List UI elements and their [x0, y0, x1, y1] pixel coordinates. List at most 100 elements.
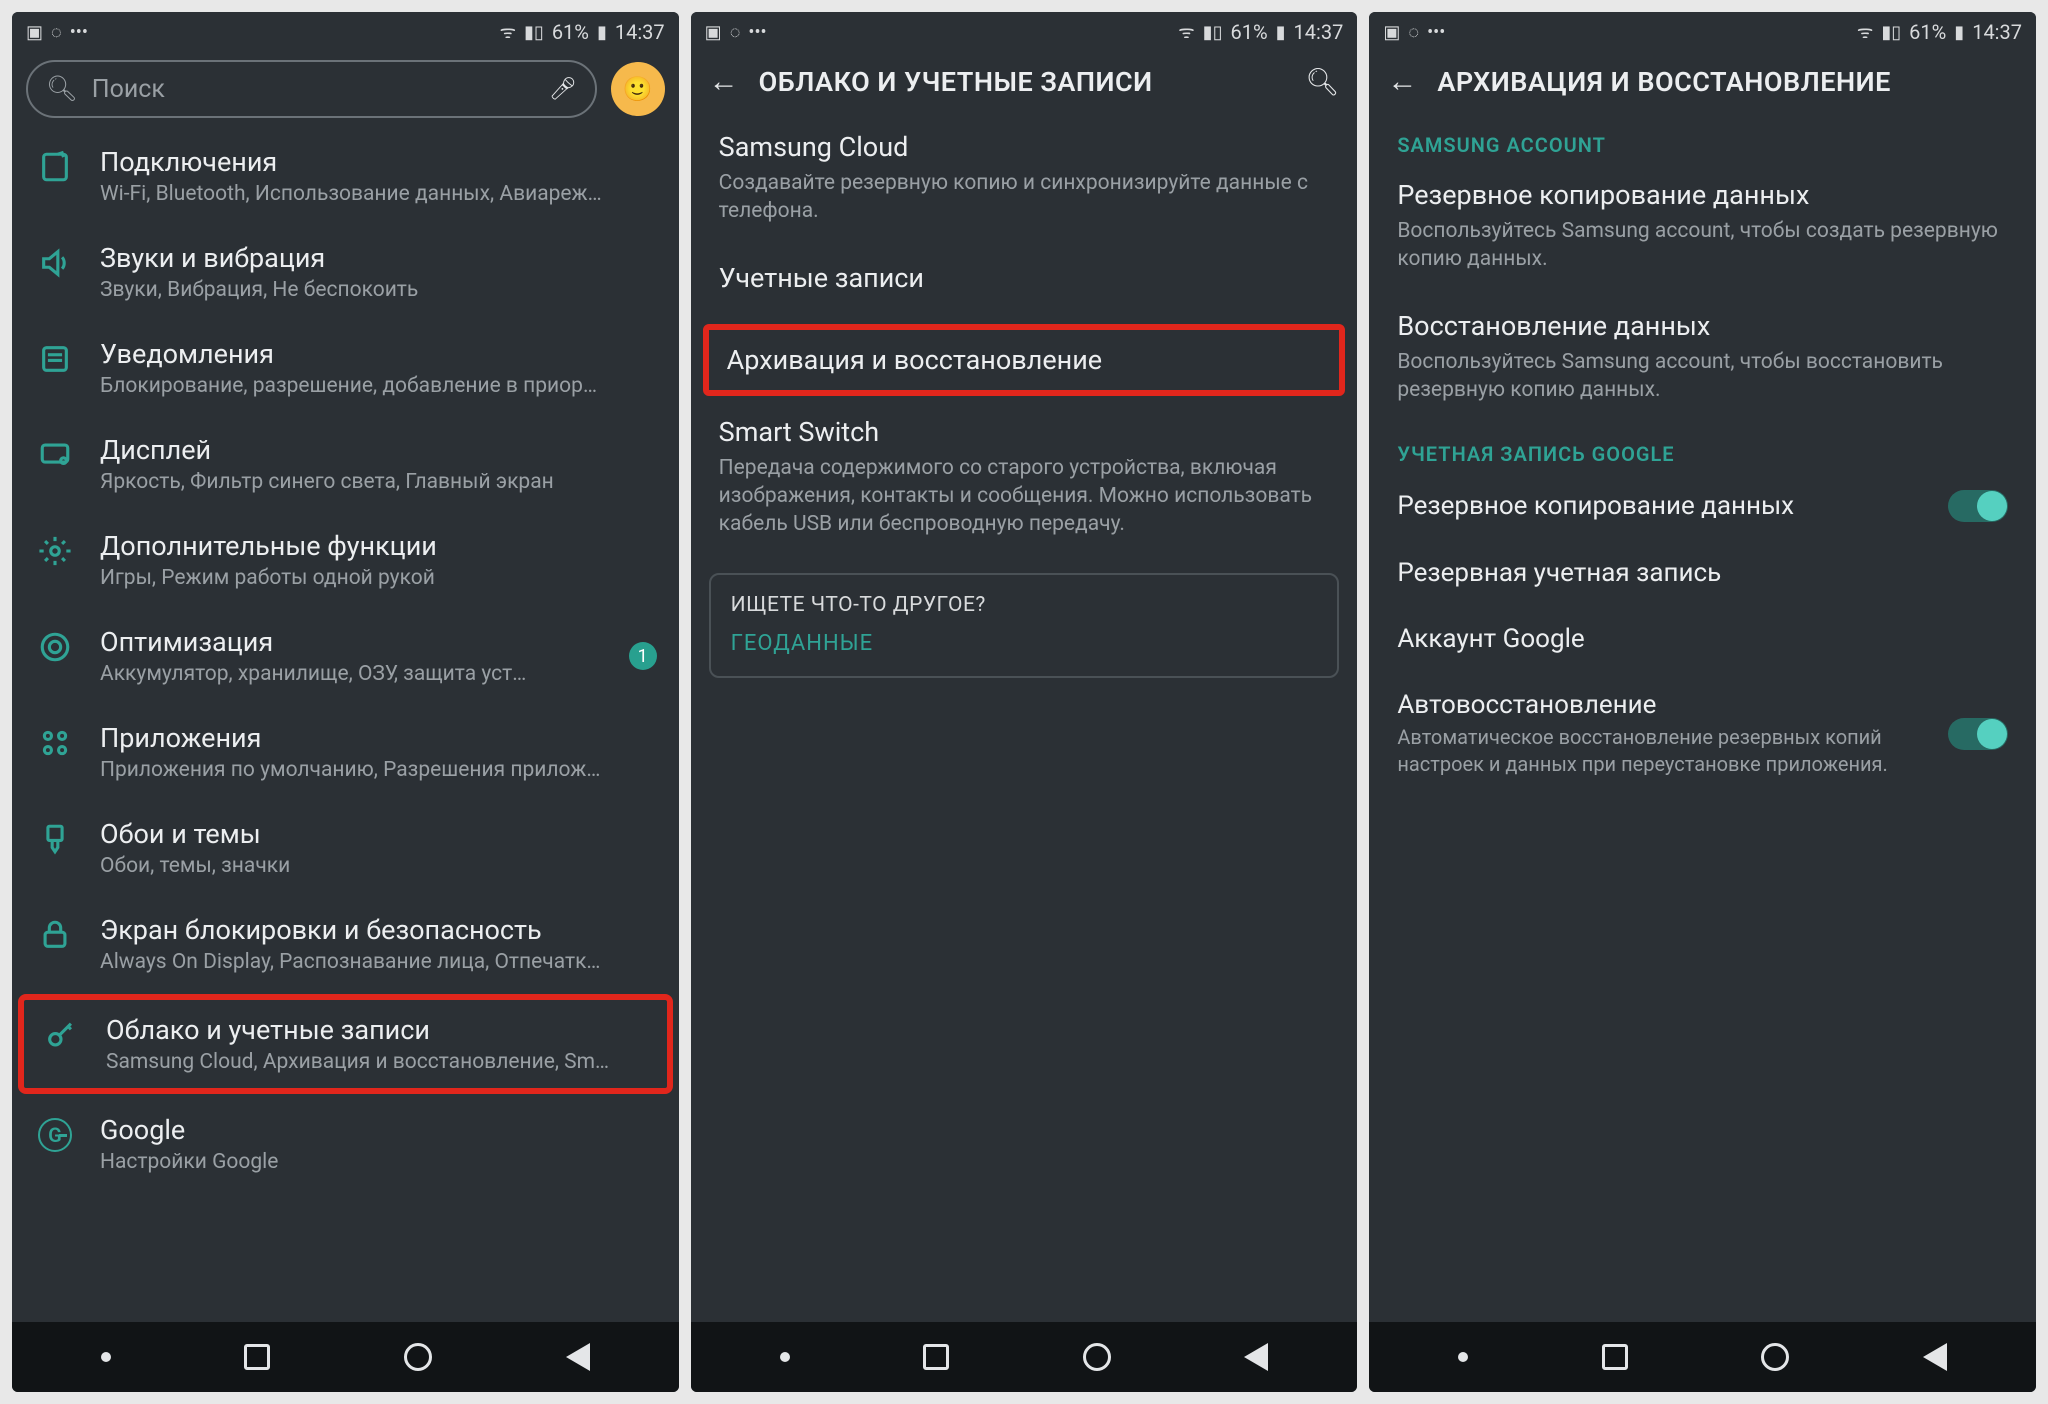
google-icon: G: [38, 1118, 72, 1152]
recent-apps-button[interactable]: [923, 1344, 949, 1370]
status-icon: ◌: [1408, 22, 1419, 43]
wifi-icon: ᯤ: [500, 20, 516, 44]
status-icon: ◌: [730, 22, 741, 43]
signal-icon: ▮▯: [1881, 22, 1901, 43]
gallery-icon: ▣: [26, 22, 43, 43]
more-icon: •••: [70, 22, 88, 43]
badge-count: 1: [629, 642, 657, 670]
battery-icon: ▮: [1954, 22, 1964, 43]
lock-icon: [38, 918, 72, 952]
page-title: АРХИВАЦИЯ И ВОССТАНОВЛЕНИЕ: [1437, 66, 1890, 98]
recent-apps-button[interactable]: [244, 1344, 270, 1370]
gallery-icon: ▣: [1383, 22, 1400, 43]
entry-backup-account[interactable]: Резервная учетная запись: [1369, 540, 2036, 606]
back-button[interactable]: [1244, 1343, 1268, 1371]
settings-list: ПодключенияWi-Fi, Bluetooth, Использован…: [12, 128, 679, 1322]
gallery-icon: ▣: [705, 22, 722, 43]
page-title: ОБЛАКО И УЧЕТНЫЕ ЗАПИСИ: [759, 66, 1153, 98]
screen-cloud-accounts: ▣◌••• ᯤ▮▯61%▮14:37 ← ОБЛАКО И УЧЕТНЫЕ ЗА…: [691, 12, 1358, 1392]
setting-cloud-accounts[interactable]: Облако и учетные записиSamsung Cloud, Ар…: [18, 994, 673, 1094]
optimize-icon: [38, 630, 72, 664]
entry-accounts[interactable]: Учетные записи: [691, 246, 1358, 320]
card-link-geodata[interactable]: ГЕОДАННЫЕ: [731, 631, 1318, 656]
gear-icon: [38, 534, 72, 568]
back-icon[interactable]: ←: [1387, 64, 1417, 99]
search-icon: 🔍︎: [46, 75, 78, 104]
battery-pct: 61%: [1909, 20, 1946, 44]
navbar: [1369, 1322, 2036, 1392]
section-samsung: SAMSUNG ACCOUNT: [1369, 115, 2036, 163]
status-bar: ▣◌••• ᯤ▮▯61%▮14:37: [691, 12, 1358, 52]
navbar: [691, 1322, 1358, 1392]
status-icon: ◌: [51, 22, 62, 43]
home-button[interactable]: [1083, 1343, 1111, 1371]
battery-pct: 61%: [552, 20, 589, 44]
entry-samsung-cloud[interactable]: Samsung Cloud Создавайте резервную копию…: [691, 115, 1358, 246]
back-button[interactable]: [1923, 1343, 1947, 1371]
back-button[interactable]: [566, 1343, 590, 1371]
entry-smart-switch[interactable]: Smart Switch Передача содержимого со ста…: [691, 400, 1358, 559]
wifi-icon: ᯤ: [1178, 20, 1194, 44]
cloud-list: Samsung Cloud Создавайте резервную копию…: [691, 115, 1358, 1322]
clock: 14:37: [1972, 20, 2022, 44]
signal-icon: ▮▯: [524, 22, 544, 43]
apps-icon: [38, 726, 72, 760]
wifi-icon: ᯤ: [1857, 20, 1873, 44]
search-placeholder: Поиск: [92, 75, 165, 104]
search-icon[interactable]: 🔍︎: [1305, 66, 1339, 98]
notify-icon: [38, 342, 72, 376]
entry-backup-restore[interactable]: Архивация и восстановление: [703, 324, 1346, 396]
clock: 14:37: [615, 20, 665, 44]
back-icon[interactable]: ←: [709, 64, 739, 99]
home-button[interactable]: [1761, 1343, 1789, 1371]
backup-list: SAMSUNG ACCOUNT Резервное копирование да…: [1369, 115, 2036, 1322]
entry-google-backup[interactable]: Резервное копирование данных: [1369, 472, 2036, 540]
mic-icon[interactable]: 🎤︎: [549, 77, 577, 102]
setting-notifications[interactable]: УведомленияБлокирование, разрешение, доб…: [12, 320, 679, 416]
more-icon: •••: [1427, 22, 1445, 43]
setting-apps[interactable]: ПриложенияПриложения по умолчанию, Разре…: [12, 704, 679, 800]
toggle-auto-restore[interactable]: [1948, 718, 2008, 750]
assistant-dot-icon[interactable]: [101, 1352, 111, 1362]
search-input[interactable]: 🔍︎ Поиск 🎤︎: [26, 60, 597, 118]
search-row: 🔍︎ Поиск 🎤︎ 🙂: [12, 52, 679, 128]
clock: 14:37: [1294, 20, 1344, 44]
suggestion-card: ИЩЕТЕ ЧТО-ТО ДРУГОЕ? ГЕОДАННЫЕ: [709, 573, 1340, 678]
more-icon: •••: [748, 22, 766, 43]
home-button[interactable]: [404, 1343, 432, 1371]
status-bar: ▣ ◌ ••• ᯤ ▮▯ 61% ▮ 14:37: [12, 12, 679, 52]
screen-backup-restore: ▣ ◌ ••• ᯤ ▮▯ 61% ▮ 14:37 ← АРХИВАЦИЯ И ВОССТАН…: [1369, 12, 2036, 1392]
display-icon: [38, 438, 72, 472]
setting-display[interactable]: ДисплейЯркость, Фильтр синего света, Гла…: [12, 416, 679, 512]
setting-connections[interactable]: ПодключенияWi-Fi, Bluetooth, Использован…: [12, 128, 679, 224]
entry-samsung-backup[interactable]: Резервное копирование данных Воспользуйт…: [1369, 163, 2036, 294]
setting-advanced[interactable]: Дополнительные функцииИгры, Режим работы…: [12, 512, 679, 608]
setting-sounds[interactable]: Звуки и вибрацияЗвуки, Вибрация, Не бесп…: [12, 224, 679, 320]
avatar[interactable]: 🙂: [611, 62, 665, 116]
setting-optimize[interactable]: ОптимизацияАккумулятор, хранилище, ОЗУ, …: [12, 608, 679, 704]
navbar: [12, 1322, 679, 1392]
entry-auto-restore[interactable]: Автовосстановление Автоматическое восста…: [1369, 672, 2036, 796]
screen-settings-main: ▣ ◌ ••• ᯤ ▮▯ 61% ▮ 14:37 🔍︎ Поиск 🎤︎ 🙂 П…: [12, 12, 679, 1392]
assistant-dot-icon[interactable]: [1458, 1352, 1468, 1362]
setting-lockscreen[interactable]: Экран блокировки и безопасностьAlways On…: [12, 896, 679, 992]
setting-google[interactable]: G GoogleНастройки Google: [12, 1096, 679, 1192]
toggle-google-backup[interactable]: [1948, 490, 2008, 522]
battery-icon: ▮: [597, 22, 607, 43]
battery-icon: ▮: [1276, 22, 1286, 43]
sound-icon: [38, 246, 72, 280]
entry-google-account[interactable]: Аккаунт Google: [1369, 606, 2036, 672]
battery-pct: 61%: [1230, 20, 1267, 44]
brush-icon: [38, 822, 72, 856]
app-bar: ← ОБЛАКО И УЧЕТНЫЕ ЗАПИСИ 🔍︎: [691, 52, 1358, 115]
assistant-dot-icon[interactable]: [780, 1352, 790, 1362]
entry-samsung-restore[interactable]: Восстановление данных Воспользуйтесь Sam…: [1369, 294, 2036, 425]
setting-wallpaper[interactable]: Обои и темыОбои, темы, значки: [12, 800, 679, 896]
app-bar: ← АРХИВАЦИЯ И ВОССТАНОВЛЕНИЕ: [1369, 52, 2036, 115]
section-google: УЧЕТНАЯ ЗАПИСЬ GOOGLE: [1369, 424, 2036, 472]
status-bar: ▣ ◌ ••• ᯤ ▮▯ 61% ▮ 14:37: [1369, 12, 2036, 52]
recent-apps-button[interactable]: [1602, 1344, 1628, 1370]
connections-icon: [38, 150, 72, 184]
key-icon: [44, 1018, 78, 1052]
card-title: ИЩЕТЕ ЧТО-ТО ДРУГОЕ?: [731, 593, 1318, 617]
